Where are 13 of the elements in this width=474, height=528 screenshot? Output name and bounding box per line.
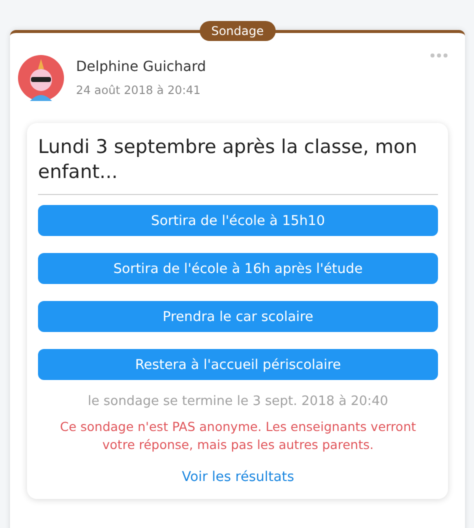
- poll-option-button[interactable]: Sortira de l'école à 15h10: [38, 205, 438, 236]
- poll-option-button[interactable]: Sortira de l'école à 16h après l'étude: [38, 253, 438, 284]
- author-name: Delphine Guichard: [76, 59, 206, 75]
- view-results-link[interactable]: Voir les résultats: [182, 469, 294, 486]
- poll-option-button[interactable]: Prendra le car scolaire: [38, 301, 438, 332]
- poll-question: Lundi 3 septembre après la classe, mon enfant...: [38, 135, 418, 184]
- anonymity-warning: Ce sondage n'est PAS anonyme. Les enseignants verront votre réponse, mais pas les autres parents.: [58, 418, 418, 454]
- post-date: 24 août 2018 à 20:41: [76, 83, 202, 97]
- post-type-badge: Sondage: [199, 21, 276, 41]
- more-options-icon[interactable]: [430, 53, 448, 58]
- avatar-icon: [18, 55, 64, 101]
- poll-end-note: le sondage se termine le 3 sept. 2018 à 20:40: [86, 394, 390, 410]
- poll-option-button[interactable]: Restera à l'accueil périscolaire: [38, 349, 438, 380]
